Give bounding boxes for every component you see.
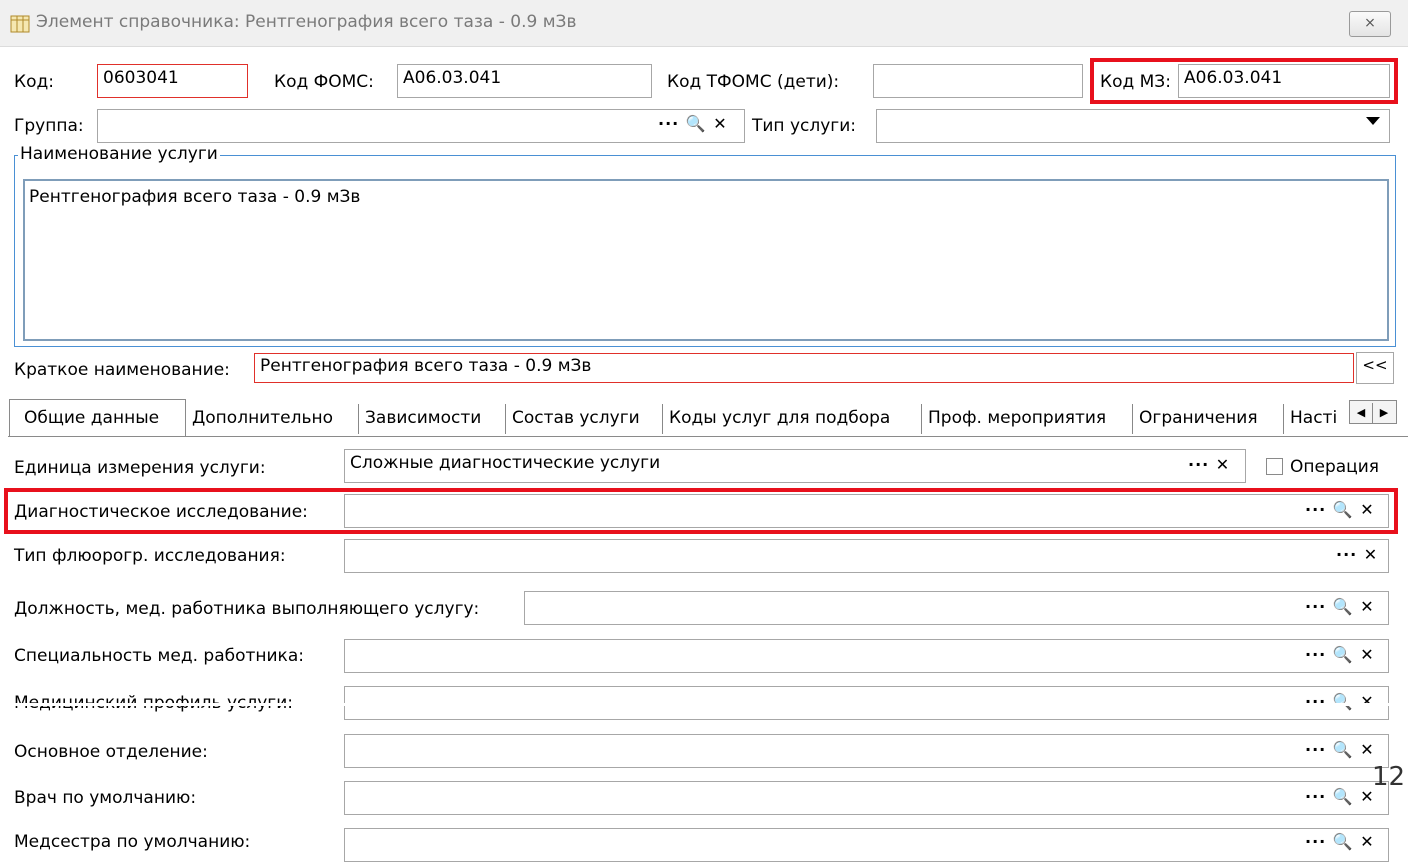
tab-separator: [505, 404, 506, 434]
group-lookup-buttons[interactable]: ··· 🔍 ✕: [658, 114, 728, 133]
default-nurse-label: Медсестра по умолчанию:: [14, 832, 251, 852]
tab-separator: [1132, 404, 1133, 434]
position-label: Должность, мед. работника выполняющего у…: [14, 599, 480, 619]
main-department-field[interactable]: [344, 734, 1389, 768]
main-department-label: Основное отделение:: [14, 742, 208, 762]
fluoro-type-label: Тип флюорогр. исследования:: [14, 546, 286, 566]
tfoms-field[interactable]: [873, 64, 1083, 98]
group-field[interactable]: [97, 109, 745, 143]
service-type-label: Тип услуги:: [752, 116, 856, 136]
unit-label: Единица измерения услуги:: [14, 458, 266, 478]
group-label: Группа:: [14, 116, 84, 136]
position-lookup-buttons[interactable]: ··· 🔍 ✕: [1305, 597, 1375, 616]
tab-dependencies[interactable]: Зависимости: [360, 401, 486, 435]
tab-selection-codes[interactable]: Коды услуг для подбора: [664, 401, 895, 435]
default-doctor-lookup-buttons[interactable]: ··· 🔍 ✕: [1305, 787, 1375, 806]
tab-general[interactable]: Общие данные: [19, 401, 164, 435]
tab-scroll-right-icon[interactable]: ▶: [1372, 403, 1395, 423]
main-department-lookup-buttons[interactable]: ··· 🔍 ✕: [1305, 740, 1375, 759]
diag-lookup-buttons[interactable]: ··· 🔍 ✕: [1305, 500, 1375, 519]
tab-composition[interactable]: Состав услуги: [507, 401, 645, 435]
service-name-legend: Наименование услуги: [18, 144, 220, 164]
short-name-field[interactable]: Рентгенография всего таза - 0.9 мЗв: [254, 353, 1354, 383]
foms-field[interactable]: A06.03.041: [397, 64, 652, 98]
default-nurse-lookup-buttons[interactable]: ··· 🔍 ✕: [1305, 832, 1375, 851]
diag-field[interactable]: [344, 494, 1389, 528]
operation-checkbox[interactable]: [1266, 458, 1283, 475]
tab-additional[interactable]: Дополнительно: [187, 401, 338, 435]
position-field[interactable]: [524, 591, 1389, 625]
med-profile-lookup-buttons[interactable]: ··· 🔍 ✕: [1305, 692, 1375, 711]
tab-scroll-buttons: ◀ ▶: [1349, 400, 1397, 424]
default-nurse-field[interactable]: [344, 828, 1389, 862]
default-doctor-field[interactable]: [344, 781, 1389, 815]
tab-separator: [358, 404, 359, 434]
specialty-lookup-buttons[interactable]: ··· 🔍 ✕: [1305, 645, 1375, 664]
tab-separator: [662, 404, 663, 434]
default-doctor-label: Врач по умолчанию:: [14, 788, 197, 808]
fluoro-type-buttons[interactable]: ··· ✕: [1336, 545, 1378, 564]
operation-label: Операция: [1290, 457, 1380, 477]
close-button[interactable]: ⨯: [1349, 11, 1391, 37]
unit-lookup-buttons[interactable]: ··· ✕: [1188, 455, 1230, 474]
short-name-label: Краткое наименование:: [14, 360, 230, 380]
copy-name-button[interactable]: <<: [1356, 352, 1394, 384]
tab-separator: [1283, 404, 1284, 434]
cut-line: [0, 703, 1408, 706]
fluoro-type-field[interactable]: [344, 539, 1389, 573]
mz-label: Код МЗ:: [1100, 72, 1171, 92]
page-number: 12: [1372, 762, 1406, 792]
diag-label: Диагностическое исследование:: [14, 502, 308, 522]
table-icon: [10, 15, 30, 33]
tab-restrictions[interactable]: Ограничения: [1134, 401, 1263, 435]
unit-field[interactable]: Сложные диагностические услуги: [344, 449, 1246, 483]
foms-label: Код ФОМС:: [274, 72, 374, 92]
specialty-label: Специальность мед. работника:: [14, 646, 304, 666]
tab-prof-measures[interactable]: Проф. мероприятия: [923, 401, 1111, 435]
tfoms-label: Код ТФОМС (дети):: [667, 72, 840, 92]
service-name-textarea[interactable]: Рентгенография всего таза - 0.9 мЗв: [23, 179, 1389, 341]
mz-field[interactable]: A06.03.041: [1178, 64, 1390, 98]
chevron-down-icon[interactable]: [1366, 117, 1380, 125]
tabs-baseline: [8, 436, 1408, 437]
service-type-select[interactable]: [876, 109, 1390, 143]
window-title: Элемент справочника: Рентгенография всег…: [36, 12, 577, 32]
tab-scroll-left-icon[interactable]: ◀: [1350, 403, 1372, 423]
kod-label: Код:: [14, 72, 54, 92]
specialty-field[interactable]: [344, 639, 1389, 673]
tab-separator: [921, 404, 922, 434]
tab-settings[interactable]: Насті: [1285, 401, 1351, 435]
kod-field[interactable]: 0603041: [97, 64, 248, 98]
